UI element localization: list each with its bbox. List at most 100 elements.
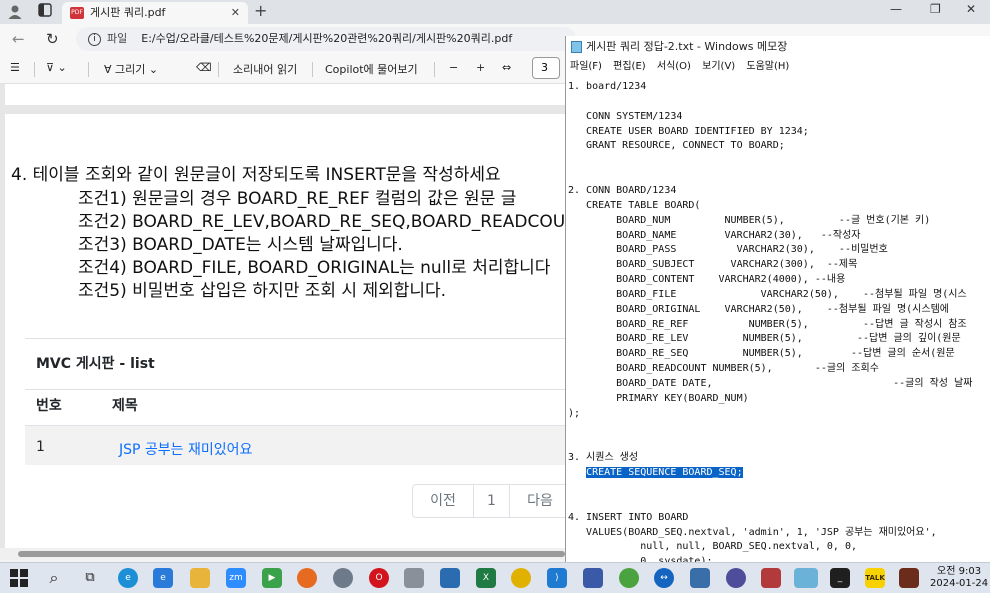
selected-text: CREATE SEQUENCE BOARD_SEQ; — [586, 467, 743, 479]
python-icon[interactable] — [690, 568, 710, 588]
notepad-line: BOARD_NUM NUMBER(5), --글 번호(기본 키) — [568, 214, 931, 226]
tab-title: 게시판 쿼리.pdf — [90, 6, 166, 19]
app-icon[interactable] — [583, 568, 603, 588]
divider — [312, 62, 313, 77]
draw-button[interactable]: ∀ 그리기 ⌄ — [104, 61, 158, 77]
game-icon[interactable] — [899, 568, 919, 588]
tab-pdf[interactable]: PDF 게시판 쿼리.pdf ✕ — [62, 2, 248, 24]
menu-view[interactable]: 보기(V) — [702, 61, 735, 72]
notepad-line: CREATE USER BOARD IDENTIFIED BY 1234; — [568, 125, 809, 137]
notepad-text-area[interactable]: 1. board/1234 CONN SYSTEM/1234 CREATE US… — [568, 76, 990, 562]
workspaces-icon[interactable] — [36, 3, 54, 21]
notepad-line: 2. CONN BOARD/1234 — [568, 184, 677, 196]
notepad-title: 게시판 쿼리 정답-2.txt - Windows 메모장 — [586, 40, 788, 53]
url-scheme: 파일 — [107, 32, 128, 45]
vscode-icon[interactable]: ⟩ — [547, 568, 567, 588]
zoom-out-button[interactable]: − — [449, 61, 458, 74]
firefox-icon[interactable] — [297, 568, 317, 588]
notepad-menu-bar: 파일(F) 편집(E) 서식(O) 보기(V) 도움말(H) — [566, 58, 990, 76]
notepad-icon — [571, 41, 582, 53]
scrollbar-thumb[interactable] — [18, 551, 565, 557]
notepad-line: BOARD_CONTENT VARCHAR2(4000), --내용 — [568, 274, 846, 286]
task-view-icon[interactable]: ⧉ — [80, 568, 100, 588]
edge-icon[interactable]: e — [118, 568, 138, 588]
next-page-button[interactable]: 다음 — [510, 485, 565, 517]
notepad-line: BOARD_ORIGINAL VARCHAR2(50), --첨부될 파일 명(… — [568, 303, 949, 315]
notepad-line: VALUES(BOARD_SEQ.nextval, 'admin', 1, 'J… — [568, 526, 937, 538]
back-icon[interactable]: ← — [12, 30, 25, 48]
page-number-input[interactable]: 3 — [532, 57, 560, 79]
row-number: 1 — [36, 439, 45, 455]
chrome-icon[interactable] — [511, 568, 531, 588]
refresh-icon[interactable]: ↻ — [46, 30, 59, 48]
eraser-icon[interactable]: ⌫ — [196, 61, 212, 74]
notepad-title-bar[interactable]: 게시판 쿼리 정답-2.txt - Windows 메모장 — [566, 36, 990, 58]
notepad-line: 1. board/1234 — [568, 81, 647, 92]
pagination: 이전 1 다음 — [412, 484, 565, 518]
url-field[interactable]: i 파일 E:/수업/오라클/테스트%20문제/게시판%20관련%20쿼리/게시판%… — [76, 27, 576, 51]
zoom-in-button[interactable]: + — [476, 61, 485, 74]
menu-edit[interactable]: 편집(E) — [613, 61, 646, 72]
draw-icon: ∀ — [104, 63, 116, 76]
pdf-icon: PDF — [70, 7, 84, 19]
info-icon[interactable]: i — [88, 32, 101, 46]
menu-format[interactable]: 서식(O) — [657, 61, 691, 72]
notepad-line: CREATE SEQUENCE BOARD_SEQ; — [568, 466, 743, 480]
opera-icon[interactable]: O — [369, 568, 389, 588]
menu-file[interactable]: 파일(F) — [570, 61, 602, 72]
close-window-icon[interactable]: ✕ — [966, 2, 976, 16]
zoom-icon[interactable]: zm — [226, 568, 246, 588]
condition-4: 조건4) BOARD_FILE, BOARD_ORIGINAL는 null로 처… — [78, 258, 551, 278]
table-row: 1 JSP 공부는 재미있어요 — [25, 425, 565, 465]
menu-help[interactable]: 도움말(H) — [746, 61, 789, 72]
fit-page-icon[interactable]: ⇔ — [502, 61, 511, 74]
clock-date: 2024-01-24 — [930, 578, 989, 589]
app-icon[interactable] — [761, 568, 781, 588]
screen: { "browser": { "tab_title": "게시판 쿼리.pdf"… — [0, 0, 990, 593]
restore-icon[interactable]: ❐ — [930, 2, 941, 16]
copilot-button[interactable]: Copilot에 물어보기 — [325, 61, 418, 77]
notepad-line: BOARD_RE_LEV NUMBER(5), --답변 글의 깊이(원문 — [568, 333, 961, 345]
column-header-number: 번호 — [36, 398, 62, 414]
app-icon[interactable] — [726, 568, 746, 588]
kakaotalk-icon[interactable]: TALK — [865, 568, 885, 588]
divider — [88, 62, 89, 77]
horizontal-scrollbar[interactable] — [0, 548, 565, 560]
close-tab-icon[interactable]: ✕ — [231, 2, 240, 24]
notepad-line: CREATE TABLE BOARD( — [568, 199, 701, 211]
notepad-icon[interactable] — [794, 568, 818, 588]
app-icon[interactable] — [333, 568, 353, 588]
app-icon[interactable] — [440, 568, 460, 588]
divider — [434, 62, 435, 77]
url-path: E:/수업/오라클/테스트%20문제/게시판%20관련%20쿼리/게시판%20쿼… — [141, 32, 513, 45]
notepad-line: ); — [568, 407, 581, 419]
excel-icon[interactable]: X — [476, 568, 496, 588]
notepad-line: PRIMARY KEY(BOARD_NUM) — [568, 392, 749, 404]
prev-page-button[interactable]: 이전 — [413, 485, 474, 517]
read-aloud-button[interactable]: 소리내어 읽기 — [233, 61, 297, 77]
teamviewer-icon[interactable]: ↔ — [654, 568, 674, 588]
notepad-line: BOARD_DATE DATE, --글의 작성 날짜 — [568, 378, 973, 389]
page-1-button[interactable]: 1 — [474, 485, 510, 517]
board-title: MVC 게시판 - list — [36, 356, 155, 372]
system-clock[interactable]: 오전 9:03 2024-01-24 — [930, 566, 988, 590]
minimize-icon[interactable]: — — [890, 2, 902, 16]
new-tab-button[interactable]: + — [254, 1, 267, 20]
pdf-viewer[interactable]: 4. 테이블 조회와 같이 원문글이 저장되도록 INSERT문을 작성하세요 … — [0, 84, 565, 550]
notepad-line: null, null, BOARD_SEQ.nextval, 0, 0, — [568, 541, 857, 553]
explorer-icon[interactable] — [190, 568, 210, 588]
start-button[interactable] — [9, 569, 29, 589]
contents-icon[interactable]: ☰ — [10, 61, 20, 74]
app-icon[interactable] — [404, 568, 424, 588]
terminal-icon[interactable]: _ — [830, 568, 850, 588]
app-icon[interactable] — [619, 568, 639, 588]
row-subject-link[interactable]: JSP 공부는 재미있어요 — [119, 439, 252, 459]
profile-icon[interactable] — [6, 3, 24, 21]
highlight-icon[interactable]: ⊽ ⌄ — [46, 61, 67, 74]
draw-label: 그리기 — [115, 63, 146, 76]
notepad-line: BOARD_RE_REF NUMBER(5), --답변 글 작성시 참조 — [568, 318, 967, 330]
search-icon[interactable]: ⌕ — [44, 568, 64, 588]
notepad-line: 4. INSERT INTO BOARD — [568, 511, 689, 523]
media-icon[interactable]: ▶ — [262, 568, 282, 588]
ie-icon[interactable]: e — [153, 568, 173, 588]
